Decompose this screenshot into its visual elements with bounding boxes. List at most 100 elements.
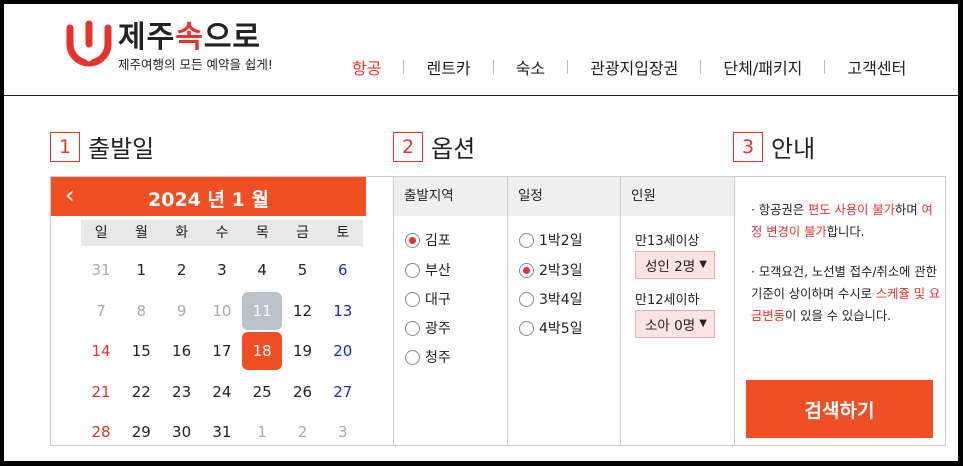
departure-option-cheongju[interactable]: 청주	[405, 347, 451, 367]
duration-option-1n2d[interactable]: 1박2일	[519, 230, 583, 250]
nav-item-package[interactable]: 단체/패키지	[701, 55, 824, 79]
section-number: 1	[50, 131, 80, 162]
info-paragraph-conditions: · 모객요건, 노선별 접수/취소에 관한 기준이 상이하며 수시로 스케쥴 및…	[751, 265, 941, 323]
brand-name: 제주속으로	[118, 20, 262, 55]
duration-label: 1박2일	[539, 233, 583, 249]
departure-label: 대구	[425, 292, 451, 308]
departure-label: 김포	[425, 233, 451, 249]
departure-option-busan[interactable]: 부산	[405, 260, 451, 280]
calendar-day[interactable]: 15	[121, 332, 161, 370]
departure-label: 광주	[425, 321, 451, 337]
dropdown-caret-icon: ▼	[699, 259, 707, 270]
calendar-day[interactable]: 20	[323, 332, 363, 370]
brand-slogan: 제주여행의 모든 예약을 쉽게!	[118, 57, 273, 72]
calendar-day[interactable]: 25	[242, 373, 282, 411]
section-heading-departure-date: 1 출발일	[50, 129, 154, 164]
main-nav: 항공 렌트카 숙소 관광지입장권 단체/패키지 고객센터	[330, 52, 928, 82]
calendar-month-title: 2024 년 1 월	[148, 189, 269, 211]
adult-count-select[interactable]: 성인 2명 ▼	[635, 251, 715, 279]
logo-mark-icon	[66, 20, 112, 67]
duration-option-4n5d[interactable]: 4박5일	[519, 318, 583, 338]
weekday-label: 월	[134, 225, 148, 241]
departure-option-daegu[interactable]: 대구	[405, 289, 451, 309]
radio-icon[interactable]	[405, 291, 420, 307]
calendar-day[interactable]: 31	[81, 251, 121, 289]
radio-icon[interactable]	[405, 349, 420, 365]
calendar-day[interactable]: 24	[202, 373, 242, 411]
info-notice: · 항공권은 편도 사용이 불가하며 여정 변경이 불가합니다. · 모객요건,…	[751, 199, 941, 345]
nav-item-tickets[interactable]: 관광지입장권	[568, 55, 700, 79]
calendar-day[interactable]: 10	[202, 292, 242, 330]
weekday-label: 일	[94, 225, 108, 241]
radio-selected-icon[interactable]	[519, 262, 534, 278]
section-title: 출발일	[88, 135, 155, 163]
calendar-day[interactable]: 2	[162, 251, 202, 289]
radio-icon[interactable]	[405, 320, 420, 336]
calendar-day[interactable]: 1	[242, 413, 282, 451]
calendar-day[interactable]: 29	[121, 413, 161, 451]
calendar-day[interactable]: 4	[242, 251, 282, 289]
nav-item-flight[interactable]: 항공	[330, 55, 403, 79]
calendar-day[interactable]: 19	[283, 332, 323, 370]
calendar-day[interactable]: 6	[323, 251, 363, 289]
column-divider	[734, 176, 735, 446]
adult-age-label: 만13세이상	[635, 234, 700, 249]
calendar-day[interactable]: 3	[323, 413, 363, 451]
calendar-day[interactable]: 31	[202, 413, 242, 451]
calendar-day[interactable]: 17	[202, 332, 242, 370]
calendar-day[interactable]: 3	[202, 251, 242, 289]
departure-option-gwangju[interactable]: 광주	[405, 318, 451, 338]
departure-option-gimpo[interactable]: 김포	[405, 230, 451, 250]
people-header: 인원	[621, 177, 734, 216]
calendar-day[interactable]: 5	[283, 251, 323, 289]
search-button[interactable]: 검색하기	[746, 380, 933, 438]
radio-selected-icon[interactable]	[405, 232, 420, 248]
calendar-day[interactable]: 28	[81, 413, 121, 451]
departure-header: 출발지역	[394, 177, 507, 216]
radio-icon[interactable]	[519, 320, 534, 336]
calendar-day[interactable]: 16	[162, 332, 202, 370]
calendar-day[interactable]: 30	[162, 413, 202, 451]
duration-label: 4박5일	[539, 321, 583, 337]
calendar-day[interactable]: 11	[242, 291, 283, 330]
calendar-day[interactable]: 8	[121, 292, 161, 330]
page-frame: 제주속으로 제주여행의 모든 예약을 쉽게! 항공 렌트카 숙소 관광지입장권 …	[4, 4, 958, 461]
next-month-icon[interactable]: ›	[364, 183, 374, 207]
calendar-day[interactable]: 27	[323, 373, 363, 411]
calendar-day[interactable]: 2	[283, 413, 323, 451]
calendar-day[interactable]: 21	[81, 373, 121, 411]
column-divider	[507, 176, 508, 446]
duration-option-2n3d[interactable]: 2박3일	[519, 260, 583, 280]
child-count-value: 소아 0명	[645, 318, 696, 334]
weekday-label: 수	[215, 225, 229, 241]
calendar-day[interactable]: 12	[283, 292, 323, 330]
child-age-label: 만12세이하	[635, 293, 700, 308]
section-heading-info: 3 안내	[733, 129, 815, 164]
child-count-select[interactable]: 소아 0명 ▼	[635, 310, 715, 338]
calendar-day[interactable]: 7	[81, 292, 121, 330]
adult-count-value: 성인 2명	[645, 259, 696, 275]
calendar-day[interactable]: 13	[323, 292, 363, 330]
radio-icon[interactable]	[519, 232, 534, 248]
radio-icon[interactable]	[405, 262, 420, 278]
calendar-day[interactable]: 9	[162, 292, 202, 330]
calendar-day[interactable]: 18	[242, 332, 283, 370]
calendar-day[interactable]: 1	[121, 251, 161, 289]
weekday-label: 목	[255, 225, 269, 241]
calendar-day[interactable]: 22	[121, 373, 161, 411]
calendar-day[interactable]: 23	[162, 373, 202, 411]
calendar-day[interactable]: 26	[283, 373, 323, 411]
calendar-day[interactable]: 14	[81, 332, 121, 370]
section-heading-options: 2 옵션	[393, 129, 475, 164]
nav-item-support[interactable]: 고객센터	[825, 55, 928, 79]
weekday-label: 토	[336, 225, 350, 241]
logo[interactable]: 제주속으로 제주여행의 모든 예약을 쉽게!	[62, 14, 302, 84]
duration-header: 일정	[508, 177, 620, 216]
duration-label: 2박3일	[539, 263, 583, 279]
nav-item-lodging[interactable]: 숙소	[494, 55, 567, 79]
weekday-label: 화	[175, 225, 189, 241]
radio-icon[interactable]	[519, 291, 534, 307]
duration-option-3n4d[interactable]: 3박4일	[519, 289, 583, 309]
nav-item-rentcar[interactable]: 렌트카	[404, 55, 492, 79]
column-divider	[620, 176, 621, 446]
